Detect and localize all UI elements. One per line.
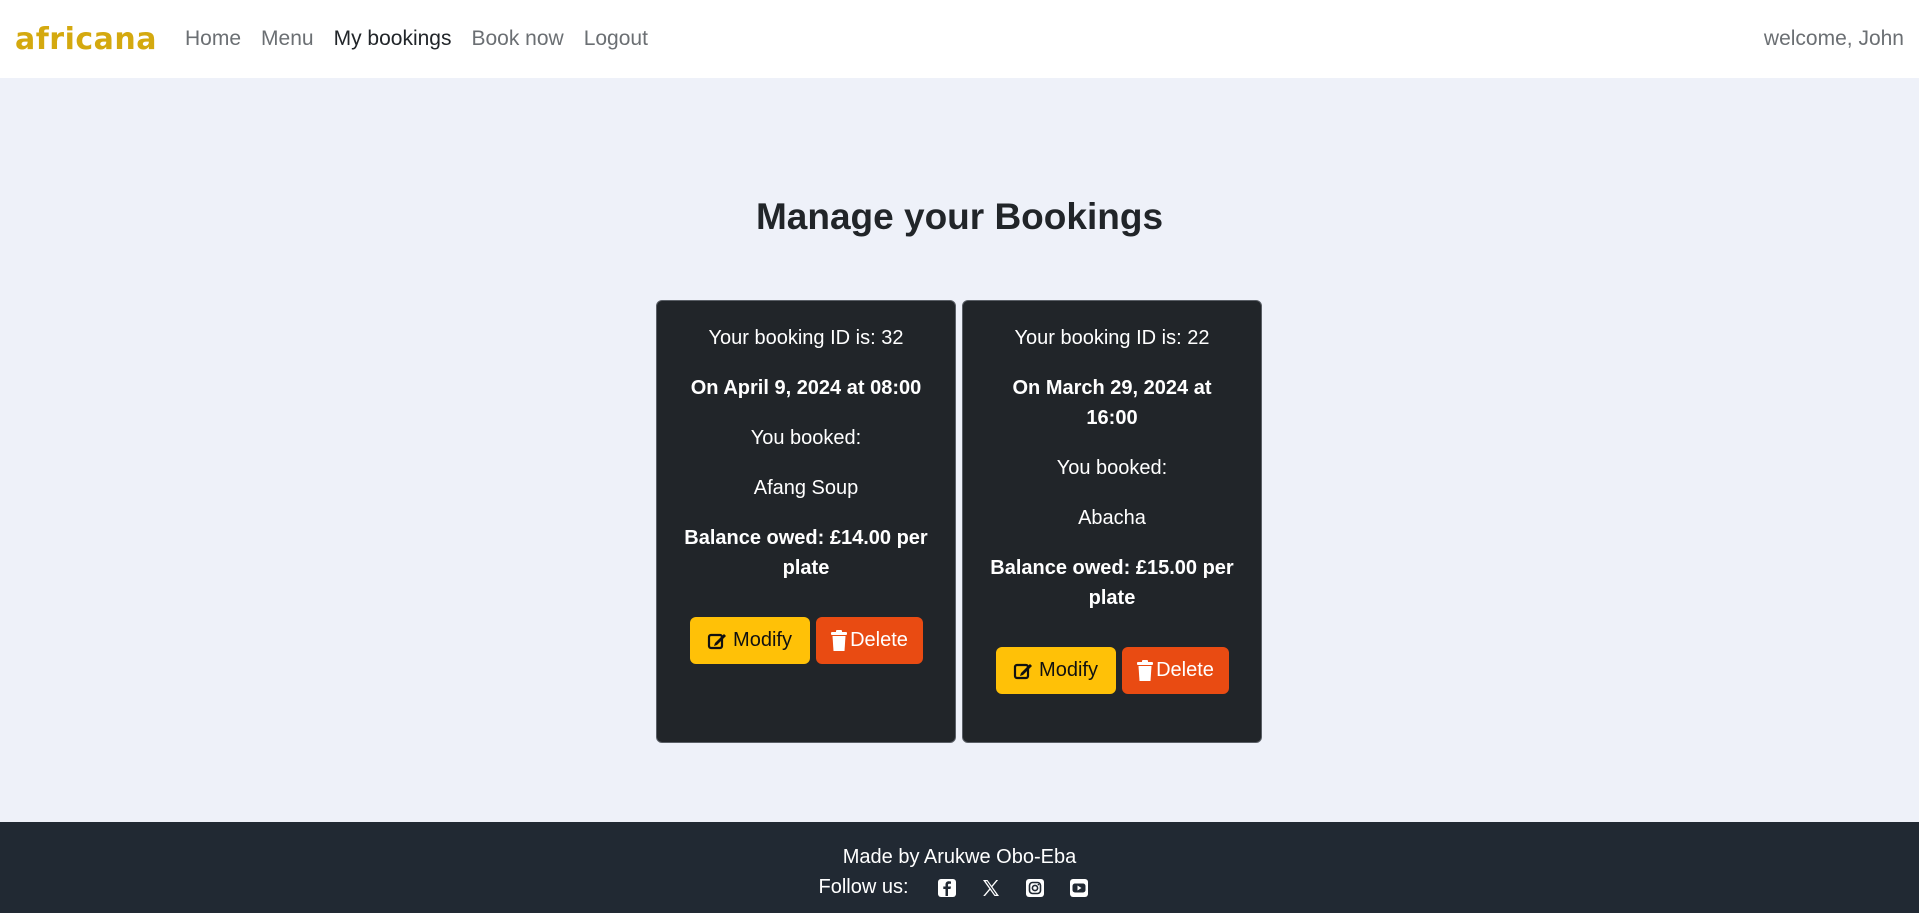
delete-label: Delete	[1156, 659, 1214, 681]
x-twitter-icon[interactable]	[981, 878, 1001, 898]
page-title: Manage your Bookings	[755, 196, 1164, 237]
made-by-text: Made by Arukwe Obo-Eba	[842, 846, 1077, 868]
navbar: africana Home Menu My bookings Book now …	[0, 0, 1919, 78]
booked-item: Afang Soup	[753, 477, 859, 499]
facebook-icon[interactable]	[937, 878, 957, 898]
delete-button[interactable]: Delete	[815, 617, 923, 664]
youtube-icon[interactable]	[1069, 878, 1089, 898]
delete-label: Delete	[850, 629, 908, 651]
booked-label: You booked:	[1056, 457, 1168, 479]
modify-button[interactable]: Modify	[995, 647, 1116, 694]
modify-label: Modify	[1039, 659, 1098, 681]
bookings-list: Your booking ID is: 32 On April 9, 2024 …	[656, 300, 1262, 743]
booked-item: Abacha	[1078, 507, 1146, 529]
nav-link-my-bookings[interactable]: My bookings	[324, 27, 462, 51]
brand-logo[interactable]: africana	[15, 22, 157, 57]
booking-actions: Modify Delete	[989, 647, 1235, 694]
booking-card: Your booking ID is: 22 On March 29, 2024…	[962, 300, 1262, 743]
balance-owed: Balance owed: £15.00 per plate	[990, 557, 1234, 609]
delete-button[interactable]: Delete	[1121, 647, 1229, 694]
nav-link-menu[interactable]: Menu	[251, 27, 324, 51]
modify-button[interactable]: Modify	[689, 617, 810, 664]
booking-card: Your booking ID is: 32 On April 9, 2024 …	[656, 300, 956, 743]
trash-icon	[831, 629, 848, 651]
nav-link-home[interactable]: Home	[175, 27, 251, 51]
nav-link-logout[interactable]: Logout	[574, 27, 658, 51]
trash-icon	[1137, 659, 1154, 681]
booking-date: On April 9, 2024 at 08:00	[690, 377, 922, 399]
instagram-icon[interactable]	[1025, 878, 1045, 898]
balance-owed: Balance owed: £14.00 per plate	[684, 527, 928, 579]
social-links: Follow us:	[0, 876, 1919, 899]
nav-link-book-now[interactable]: Book now	[461, 27, 573, 51]
booking-id: Your booking ID is: 32	[708, 327, 904, 349]
footer: Made by Arukwe Obo-Eba Follow us:	[0, 822, 1919, 913]
nav-links: Home Menu My bookings Book now Logout	[175, 27, 658, 51]
edit-icon	[1013, 663, 1033, 679]
booking-date: On March 29, 2024 at 16:00	[1012, 377, 1212, 429]
welcome-text: welcome, John	[1763, 27, 1904, 50]
booking-actions: Modify Delete	[683, 617, 929, 664]
booking-id: Your booking ID is: 22	[1014, 327, 1210, 349]
modify-label: Modify	[733, 629, 792, 651]
edit-icon	[707, 633, 727, 649]
follow-label: Follow us:	[818, 876, 909, 898]
booked-label: You booked:	[750, 427, 862, 449]
